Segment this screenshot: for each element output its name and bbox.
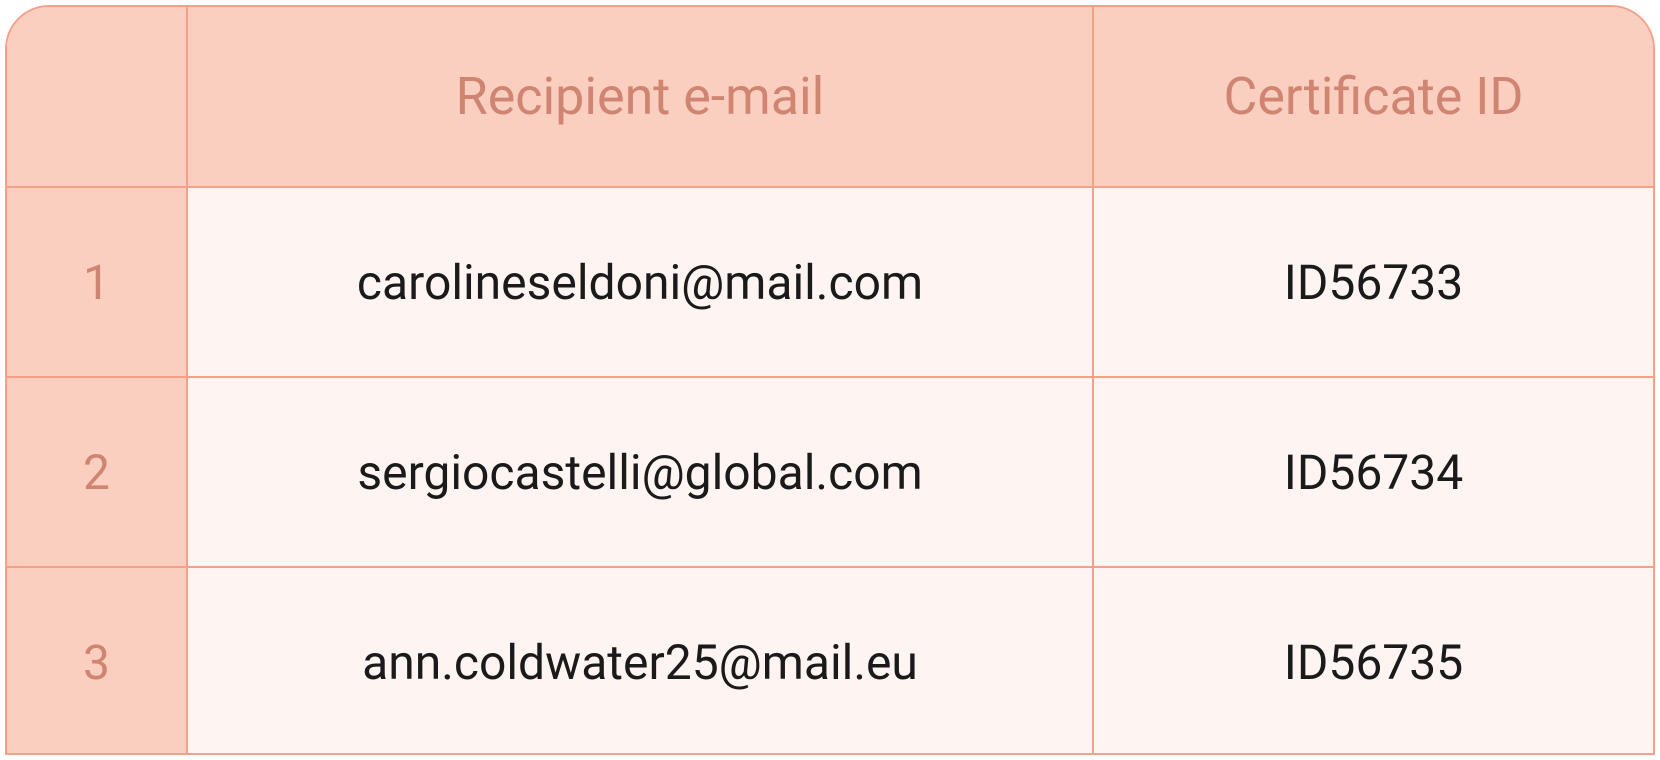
row-email: sergiocastelli@global.com xyxy=(187,377,1093,567)
table-row: 3 ann.coldwater25@mail.eu ID56735 xyxy=(7,567,1653,755)
row-number: 1 xyxy=(7,187,187,377)
row-cert: ID56734 xyxy=(1093,377,1653,567)
header-cert: Certificate ID xyxy=(1093,7,1653,187)
recipients-table-wrapper: Recipient e-mail Certificate ID 1 caroli… xyxy=(5,5,1655,755)
row-number: 2 xyxy=(7,377,187,567)
row-number: 3 xyxy=(7,567,187,755)
header-email: Recipient e-mail xyxy=(187,7,1093,187)
table-row: 1 carolineseldoni@mail.com ID56733 xyxy=(7,187,1653,377)
row-cert: ID56735 xyxy=(1093,567,1653,755)
table-header-row: Recipient e-mail Certificate ID xyxy=(7,7,1653,187)
recipients-table: Recipient e-mail Certificate ID 1 caroli… xyxy=(7,7,1653,755)
header-index xyxy=(7,7,187,187)
row-cert: ID56733 xyxy=(1093,187,1653,377)
row-email: carolineseldoni@mail.com xyxy=(187,187,1093,377)
row-email: ann.coldwater25@mail.eu xyxy=(187,567,1093,755)
table-row: 2 sergiocastelli@global.com ID56734 xyxy=(7,377,1653,567)
